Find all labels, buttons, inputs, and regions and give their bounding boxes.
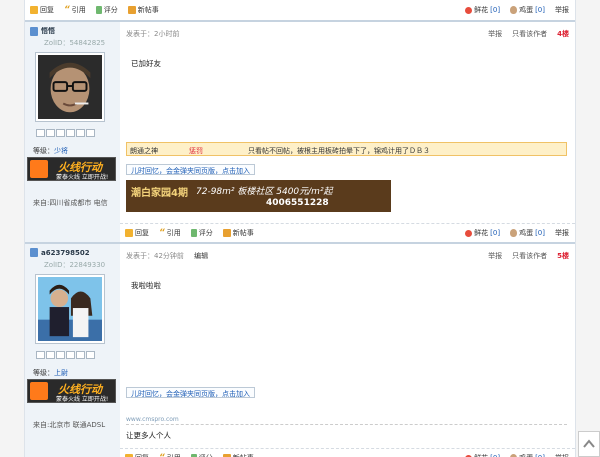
rate-button[interactable]: 评分 — [95, 5, 118, 15]
report-button[interactable]: 举报 — [555, 453, 569, 457]
user-id: ZolID：54842825 — [44, 39, 106, 47]
avatar[interactable] — [35, 52, 105, 122]
user-level: 等级：上尉 — [33, 369, 68, 377]
post-time: 发表于：42分钟前 编辑 — [126, 252, 209, 260]
new-post-button[interactable]: 新帖事 — [127, 5, 159, 15]
user-tools — [36, 129, 95, 137]
only-author-link[interactable]: 只看该作者 — [512, 251, 547, 261]
report-link[interactable]: 举报 — [488, 29, 502, 39]
user-id: ZolID：22849330 — [44, 261, 106, 269]
flower-button[interactable]: 鲜花[0] — [465, 453, 500, 457]
chevron-up-icon — [583, 439, 595, 448]
punishment-notice: 朗通之神 惩罚 只看帖不回帖，被根主用板砖拍晕下了，锦鸡计用了ＤＢ３ — [126, 142, 567, 156]
user-sidebar: 悟悟 ZolID：54842825 等级：少将 火线行动 蒙泰火线 立即开战! … — [25, 22, 120, 242]
reply-icon — [125, 229, 133, 237]
promo-link[interactable]: 儿时回忆，会金弹夹同页版，点击加入 — [126, 387, 255, 398]
promo-link[interactable]: 儿时回忆，会金弹夹同页版，点击加入 — [126, 164, 255, 175]
only-author-link[interactable]: 只看该作者 — [512, 29, 547, 39]
new-post-icon — [222, 229, 231, 237]
user-level: 等级：少将 — [33, 147, 68, 155]
reply-icon — [30, 6, 38, 14]
signature-divider — [126, 424, 567, 425]
post-content: 发表于：2小时前 举报 只看该作者 4楼 已加好友 朗通之神 惩罚 只看帖不回帖… — [120, 22, 575, 242]
rate-button[interactable]: 评分 — [190, 453, 213, 457]
avatar[interactable] — [35, 274, 105, 344]
user-icon — [30, 26, 38, 36]
signature-text: 让更多人个人 — [126, 431, 171, 440]
group-icon[interactable] — [76, 129, 85, 137]
post-meta: 举报 只看该作者 5楼 — [488, 251, 569, 261]
egg-button[interactable]: 鸡蛋[0] — [510, 5, 545, 15]
new-post-button[interactable]: 新帖事 — [222, 453, 254, 457]
report-button[interactable]: 举报 — [555, 5, 569, 15]
new-post-button[interactable]: 新帖事 — [222, 228, 254, 238]
ad-banner[interactable]: 潮白家园4期 72-98m² 板楼社区 5400元/m²起 4006551228 — [126, 180, 391, 212]
flower-icon — [465, 229, 473, 237]
user-icon — [30, 248, 38, 257]
post-item: a623798502 ZolID：22849330 等级：上尉 火线行动 蒙泰火… — [25, 244, 575, 457]
post-meta: 举报 只看该作者 4楼 — [488, 29, 569, 39]
quote-icon: “ — [64, 5, 70, 15]
game-banner[interactable]: 火线行动 蒙泰火线 立即开战! — [27, 157, 116, 181]
user-sidebar: a623798502 ZolID：22849330 等级：上尉 火线行动 蒙泰火… — [25, 244, 120, 457]
post-toolbar: 回复 “引用 评分 新帖事 鲜花[0] 鸡蛋[0] 举报 — [120, 223, 575, 241]
post-time: 发表于：2小时前 — [126, 30, 180, 38]
user-location: 来自:北京市 联通ADSL — [33, 421, 106, 429]
profile-icon[interactable] — [56, 351, 65, 359]
rate-icon — [190, 229, 197, 237]
game-banner[interactable]: 火线行动 蒙泰火线 立即开战! — [27, 379, 116, 403]
rate-icon — [95, 6, 102, 14]
floor-number: 4楼 — [557, 30, 569, 38]
egg-button[interactable]: 鸡蛋[0] — [510, 228, 545, 238]
rate-button[interactable]: 评分 — [190, 228, 213, 238]
post-toolbar: 回复 “引用 评分 新帖事 鲜花[0] 鸡蛋[0] 举报 — [25, 1, 575, 19]
qq-icon[interactable] — [86, 129, 95, 137]
back-to-top-button[interactable] — [578, 431, 600, 457]
quote-button[interactable]: “引用 — [159, 228, 181, 238]
post-body: 我啦啦啦 — [131, 281, 161, 290]
banner-logo-icon — [30, 160, 48, 178]
reply-button[interactable]: 回复 — [125, 228, 149, 238]
post-item: 悟悟 ZolID：54842825 等级：少将 火线行动 蒙泰火线 立即开战! … — [25, 22, 575, 242]
add-friend-icon[interactable] — [46, 129, 55, 137]
flower-button[interactable]: 鲜花[0] — [465, 228, 500, 238]
group-icon[interactable] — [76, 351, 85, 359]
reply-button[interactable]: 回复 — [30, 5, 54, 15]
reply-button[interactable]: 回复 — [125, 453, 149, 457]
new-post-icon — [127, 6, 136, 14]
edit-link[interactable]: 编辑 — [194, 252, 208, 260]
quote-button[interactable]: “引用 — [159, 453, 181, 457]
user-tools — [36, 351, 95, 359]
post-content: 发表于：42分钟前 编辑 举报 只看该作者 5楼 我啦啦啦 儿时回忆，会金弹夹同… — [120, 244, 575, 457]
username[interactable]: 悟悟 — [30, 26, 55, 36]
report-button[interactable]: 举报 — [555, 228, 569, 238]
blog-icon[interactable] — [66, 129, 75, 137]
avatar-image — [38, 277, 102, 341]
flower-icon — [465, 6, 473, 14]
quote-icon: “ — [159, 228, 165, 238]
qq-icon[interactable] — [86, 351, 95, 359]
add-friend-icon[interactable] — [46, 351, 55, 359]
egg-button[interactable]: 鸡蛋[0] — [510, 453, 545, 457]
report-link[interactable]: 举报 — [488, 251, 502, 261]
egg-icon — [510, 6, 518, 14]
user-location: 来自:四川省成都市 电信 — [33, 199, 108, 207]
banner-logo-icon — [30, 382, 48, 400]
avatar-image — [38, 55, 102, 119]
signature-link[interactable]: www.cmspro.com — [126, 416, 179, 423]
post-toolbar: 回复 “引用 评分 新帖事 鲜花[0] 鸡蛋[0] 举报 — [120, 448, 575, 457]
forum-page: 回复 “引用 评分 新帖事 鲜花 [0] 鸡蛋 [0] 举报 悟悟 ZolID：54… — [24, 0, 576, 457]
floor-number: 5楼 — [557, 252, 569, 260]
username[interactable]: a623798502 — [30, 248, 90, 257]
quote-button[interactable]: “引用 — [64, 5, 86, 15]
message-icon[interactable] — [36, 129, 45, 137]
message-icon[interactable] — [36, 351, 45, 359]
profile-icon[interactable] — [56, 129, 65, 137]
post-body: 已加好友 — [131, 59, 161, 68]
blog-icon[interactable] — [66, 351, 75, 359]
flower-button[interactable]: 鲜花[0] — [465, 5, 500, 15]
egg-icon — [510, 229, 518, 237]
